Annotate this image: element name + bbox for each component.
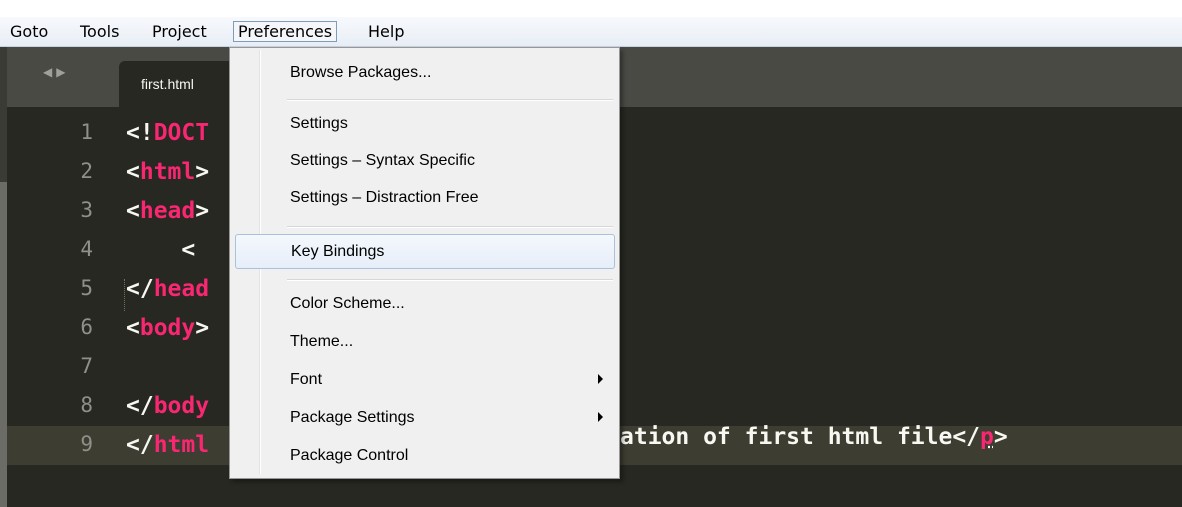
code-text: <! (126, 120, 154, 146)
menu-item-label: Key Bindings (291, 243, 385, 260)
menu-separator (287, 279, 613, 281)
menu-item-browse-packages[interactable]: Browse Packages... (232, 56, 615, 91)
menu-item-settings[interactable]: Settings (232, 107, 615, 142)
line-number: 3 (80, 198, 93, 222)
preferences-menu: Browse Packages... Settings Settings – S… (229, 47, 620, 479)
menu-item-theme[interactable]: Theme... (232, 325, 615, 360)
menu-item-settings-syntax-specific[interactable]: Settings – Syntax Specific (232, 144, 615, 179)
menu-item-label: Theme... (290, 333, 354, 350)
menu-bar: Goto Tools Project Preferences Help (0, 17, 1182, 47)
tag-name: html (153, 432, 210, 458)
menu-item-settings-distraction-free[interactable]: Settings – Distraction Free (232, 181, 615, 216)
tag-name: head (139, 198, 196, 224)
code-text: < (126, 237, 196, 263)
tab-nav-arrows-icon[interactable]: ◀▶ (43, 65, 69, 79)
menu-item-label: Package Control (290, 447, 409, 464)
menu-project[interactable]: Project (148, 21, 211, 42)
line-code: </html (126, 432, 209, 458)
tag-name: DOCT (153, 120, 210, 146)
line-9-tail: ation of first html file</p> (620, 424, 1008, 450)
tab-label: first.html (141, 76, 194, 92)
menu-item-key-bindings[interactable]: Key Bindings (235, 234, 615, 269)
menu-item-label: Settings (290, 115, 348, 132)
menu-item-label: Color Scheme... (290, 295, 405, 312)
code-text: </ (126, 432, 154, 458)
menu-item-label: Browse Packages... (290, 64, 432, 81)
code-text: < (126, 159, 140, 185)
menu-item-label: Settings – Syntax Specific (290, 152, 475, 169)
line-code: <head> (126, 198, 209, 224)
submenu-arrow-icon (598, 374, 603, 384)
tag-name: body (139, 315, 196, 341)
menu-help[interactable]: Help (364, 21, 408, 42)
menu-preferences[interactable]: Preferences (233, 21, 338, 42)
tag-name: html (139, 159, 196, 185)
menu-item-label: Settings – Distraction Free (290, 189, 479, 206)
code-text: < (126, 198, 140, 224)
line-code: <html> (126, 159, 209, 185)
tag-name: head (153, 276, 210, 302)
menu-goto[interactable]: Goto (6, 21, 52, 42)
menu-item-label: Package Settings (290, 409, 415, 426)
menu-tools[interactable]: Tools (76, 21, 123, 42)
line-code: <!DOCT (126, 120, 209, 146)
menu-separator (287, 99, 613, 101)
code-text: < (126, 315, 140, 341)
submenu-arrow-icon (598, 412, 603, 422)
code-text: > (195, 198, 210, 224)
menu-item-package-control[interactable]: Package Control (232, 439, 615, 474)
code-text: > (195, 315, 210, 341)
tag-name: body (153, 393, 210, 419)
menu-item-package-settings[interactable]: Package Settings (232, 401, 615, 436)
menu-item-label: Font (290, 371, 323, 388)
line-number: 5 (80, 276, 93, 300)
code-text: </ (126, 276, 154, 302)
line-code: </body (126, 393, 209, 419)
menu-separator (287, 226, 613, 228)
line-code: < (126, 237, 195, 263)
menu-item-color-scheme[interactable]: Color Scheme... (232, 287, 615, 322)
line-number: 4 (80, 237, 93, 261)
line-number: 9 (80, 432, 93, 456)
code-text: ation of first html file</ (620, 424, 981, 450)
line-number: 6 (80, 315, 93, 339)
code-text: </ (126, 393, 154, 419)
line-code: <body> (126, 315, 209, 341)
tag-name: p (980, 424, 994, 450)
sidebar-scroll-thumb[interactable] (0, 182, 7, 507)
line-number: 2 (80, 159, 93, 183)
line-number: 8 (80, 393, 93, 417)
line-code: </head (126, 276, 209, 302)
line-number: 1 (80, 120, 93, 144)
code-text: > (195, 159, 210, 185)
code-text: > (993, 424, 1008, 450)
menu-item-font[interactable]: Font (232, 363, 615, 398)
line-number: 7 (80, 354, 93, 378)
